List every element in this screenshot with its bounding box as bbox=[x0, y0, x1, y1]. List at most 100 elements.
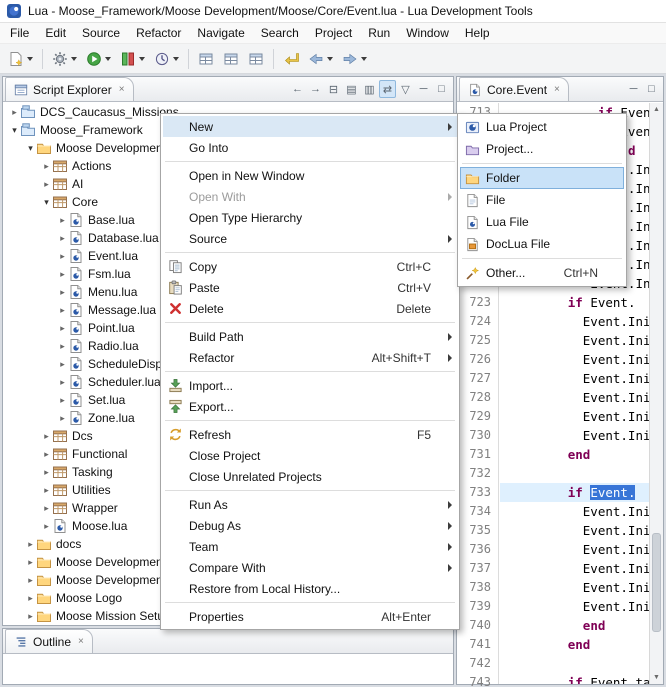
expand-twisty-icon[interactable]: ▸ bbox=[25, 593, 36, 604]
expand-twisty-icon[interactable]: ▸ bbox=[41, 161, 52, 172]
close-tab-icon[interactable]: × bbox=[119, 84, 125, 95]
back-button[interactable] bbox=[304, 47, 337, 71]
expand-twisty-icon[interactable]: ▸ bbox=[41, 467, 52, 478]
code-line[interactable]: Event.IniDCS bbox=[500, 559, 649, 578]
context-menu-item-refresh[interactable]: RefreshF5 bbox=[163, 424, 457, 445]
editor-scrollbar[interactable]: ▲ ▼ bbox=[649, 103, 663, 684]
grid-view-1-button[interactable] bbox=[194, 47, 218, 71]
context-menu-item-run-as[interactable]: Run As bbox=[163, 494, 457, 515]
code-line[interactable]: Event.IniDCS bbox=[500, 521, 649, 540]
context-menu-item-close-unrelated-projects[interactable]: Close Unrelated Projects bbox=[163, 466, 457, 487]
last-edit-location-button[interactable] bbox=[279, 47, 303, 71]
context-menu-item-debug-as[interactable]: Debug As bbox=[163, 515, 457, 536]
new-submenu-item-project[interactable]: Project... bbox=[460, 138, 624, 160]
menu-help[interactable]: Help bbox=[457, 24, 498, 42]
expand-twisty-icon[interactable]: ▸ bbox=[41, 521, 52, 532]
expand-twisty-icon[interactable]: ▸ bbox=[57, 341, 68, 352]
code-line[interactable]: Event.IniDCS bbox=[500, 578, 649, 597]
run-button[interactable] bbox=[82, 47, 115, 71]
expand-twisty-icon[interactable]: ▸ bbox=[9, 107, 20, 118]
code-line[interactable]: Event.IniDCS bbox=[500, 407, 649, 426]
code-line[interactable]: Event.IniDCS bbox=[500, 426, 649, 445]
expand-twisty-icon[interactable]: ▸ bbox=[41, 179, 52, 190]
expand-twisty-icon[interactable]: ▸ bbox=[25, 557, 36, 568]
menu-search[interactable]: Search bbox=[253, 24, 307, 42]
expand-twisty-icon[interactable]: ▸ bbox=[25, 575, 36, 586]
context-menu-item-source[interactable]: Source bbox=[163, 228, 457, 249]
external-tools-button[interactable] bbox=[48, 47, 81, 71]
coverage-button[interactable] bbox=[116, 47, 149, 71]
context-menu-item-open-type-hierarchy[interactable]: Open Type Hierarchy bbox=[163, 207, 457, 228]
scroll-down-icon[interactable]: ▼ bbox=[650, 671, 663, 684]
expand-twisty-icon[interactable]: ▸ bbox=[41, 449, 52, 460]
code-line[interactable]: Event.IniDCS bbox=[500, 350, 649, 369]
expand-twisty-icon[interactable]: ▸ bbox=[57, 287, 68, 298]
code-line[interactable] bbox=[500, 654, 649, 673]
new-submenu-item-other[interactable]: Other...Ctrl+N bbox=[460, 262, 624, 284]
menu-source[interactable]: Source bbox=[74, 24, 128, 42]
menu-refactor[interactable]: Refactor bbox=[128, 24, 189, 42]
grid-view-2-button[interactable] bbox=[219, 47, 243, 71]
expand-twisty-icon[interactable]: ▸ bbox=[57, 305, 68, 316]
back-icon[interactable]: ← bbox=[289, 80, 306, 98]
expand-twisty-icon[interactable]: ▸ bbox=[57, 395, 68, 406]
context-menu-item-delete[interactable]: DeleteDelete bbox=[163, 298, 457, 319]
code-line[interactable]: end bbox=[500, 635, 649, 654]
code-line[interactable]: Event.IniDCS bbox=[500, 331, 649, 350]
context-menu-item-properties[interactable]: PropertiesAlt+Enter bbox=[163, 606, 457, 627]
menu-file[interactable]: File bbox=[2, 24, 37, 42]
context-menu-item-go-into[interactable]: Go Into bbox=[163, 137, 457, 158]
expand-twisty-icon[interactable]: ▸ bbox=[57, 215, 68, 226]
context-menu-item-copy[interactable]: CopyCtrl+C bbox=[163, 256, 457, 277]
context-menu-item-import[interactable]: Import... bbox=[163, 375, 457, 396]
menu-project[interactable]: Project bbox=[307, 24, 360, 42]
new-submenu-item-file[interactable]: File bbox=[460, 189, 624, 211]
context-menu-item-open-in-new-window[interactable]: Open in New Window bbox=[163, 165, 457, 186]
code-line[interactable]: if Event. bbox=[500, 293, 649, 312]
context-menu-item-paste[interactable]: PasteCtrl+V bbox=[163, 277, 457, 298]
forward-icon[interactable]: → bbox=[307, 80, 324, 98]
expand-twisty-icon[interactable]: ▸ bbox=[41, 503, 52, 514]
forward-button[interactable] bbox=[338, 47, 371, 71]
profile-button[interactable] bbox=[150, 47, 183, 71]
tab-core-event[interactable]: Core.Event × bbox=[459, 77, 569, 101]
minimize-icon[interactable]: ─ bbox=[625, 80, 642, 98]
maximize-icon[interactable]: □ bbox=[643, 80, 660, 98]
context-menu-item-restore-from-local-history[interactable]: Restore from Local History... bbox=[163, 578, 457, 599]
new-wizard-button[interactable] bbox=[4, 47, 37, 71]
code-line[interactable]: end bbox=[500, 445, 649, 464]
code-line[interactable]: if Event. bbox=[500, 483, 649, 502]
layout-flat-icon[interactable]: ▤ bbox=[343, 80, 360, 98]
context-menu-item-compare-with[interactable]: Compare With bbox=[163, 557, 457, 578]
collapse-all-icon[interactable]: ⊟ bbox=[325, 80, 342, 98]
context-menu-item-close-project[interactable]: Close Project bbox=[163, 445, 457, 466]
context-menu-item-build-path[interactable]: Build Path bbox=[163, 326, 457, 347]
minimize-icon[interactable]: ─ bbox=[415, 80, 432, 98]
tab-script-explorer[interactable]: Script Explorer × bbox=[5, 77, 134, 101]
expand-twisty-icon[interactable]: ▸ bbox=[25, 539, 36, 550]
expand-twisty-icon[interactable]: ▸ bbox=[57, 233, 68, 244]
context-menu-item-refactor[interactable]: RefactorAlt+Shift+T bbox=[163, 347, 457, 368]
expand-twisty-icon[interactable]: ▸ bbox=[25, 611, 36, 622]
expand-twisty-icon[interactable]: ▸ bbox=[41, 485, 52, 496]
close-tab-icon[interactable]: × bbox=[78, 636, 84, 647]
collapse-twisty-icon[interactable]: ▾ bbox=[9, 125, 20, 136]
code-line[interactable]: end bbox=[500, 616, 649, 635]
new-submenu-item-lua-project[interactable]: Lua Project bbox=[460, 116, 624, 138]
code-line[interactable]: if Event.ta bbox=[500, 673, 649, 684]
new-submenu-item-doclua-file[interactable]: DocLua File bbox=[460, 233, 624, 255]
code-line[interactable]: Event.IniDCS bbox=[500, 502, 649, 521]
link-with-editor-icon[interactable]: ⇄ bbox=[379, 80, 396, 98]
new-submenu-item-lua-file[interactable]: Lua File bbox=[460, 211, 624, 233]
collapse-twisty-icon[interactable]: ▾ bbox=[41, 197, 52, 208]
expand-twisty-icon[interactable]: ▸ bbox=[57, 377, 68, 388]
context-menu-item-export[interactable]: Export... bbox=[163, 396, 457, 417]
expand-twisty-icon[interactable]: ▸ bbox=[57, 269, 68, 280]
tab-outline[interactable]: Outline × bbox=[5, 629, 93, 653]
expand-twisty-icon[interactable]: ▸ bbox=[41, 431, 52, 442]
context-menu-item-open-with[interactable]: Open With bbox=[163, 186, 457, 207]
menu-navigate[interactable]: Navigate bbox=[189, 24, 252, 42]
code-line[interactable]: Event.IniDCS bbox=[500, 388, 649, 407]
close-tab-icon[interactable]: × bbox=[554, 84, 560, 95]
scrollbar-thumb[interactable] bbox=[652, 533, 661, 632]
